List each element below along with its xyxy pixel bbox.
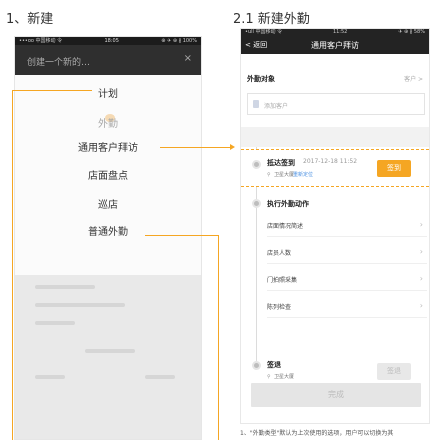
connector-line-customer-visit [160, 147, 232, 148]
menu-item-field-work-category: 外勤 [98, 119, 118, 130]
menu-item-store-patrol[interactable]: 巡店 [15, 196, 201, 211]
nav-bar: < 返回 通用客户拜访 [241, 36, 429, 54]
timeline-node-icon [252, 199, 261, 208]
footnote-text: 1、"外勤类型"默认为上次使用的选项，用户可以切换为其 [240, 430, 394, 437]
connector-line-vertical-right [218, 235, 219, 440]
create-type-menu: 计划 外勤 通用客户拜访 店面盘点 巡店 普通外勤 [15, 75, 201, 275]
checkout-location: 卫星大厦 [274, 374, 295, 380]
location-pin-icon: ⚲ [267, 172, 271, 178]
connector-line-general-field-work [145, 235, 219, 236]
checkin-button[interactable]: 签到 [377, 160, 411, 177]
clock-text: 18:05 [104, 38, 119, 44]
target-label: 外勤对象 [247, 75, 275, 83]
battery-text: ⊕ ✈ ⊕ ∦ 100% [161, 38, 197, 44]
create-title: 创建一个新的… [27, 58, 91, 68]
timeline-node-icon [252, 361, 261, 370]
battery-text: ✈ ⊕ ∦ 58% [398, 29, 425, 35]
building-icon [253, 100, 259, 108]
chevron-right-icon: › [419, 220, 423, 229]
section-heading-new: 1、新建 [6, 12, 54, 27]
connector-line-plan [12, 90, 92, 91]
checkout-button[interactable]: 签退 [377, 363, 411, 380]
action-row[interactable]: 陈列检查 › [267, 294, 427, 318]
actions-label: 执行外勤动作 [267, 200, 309, 208]
action-row-label: 门拍照采集 [267, 277, 298, 284]
nav-title: 通用客户拜访 [311, 41, 359, 50]
action-row[interactable]: 门拍照采集 › [267, 267, 427, 291]
action-row[interactable]: 店员人数 › [267, 240, 427, 264]
action-row[interactable]: 店面情况简述 › [267, 213, 427, 237]
phone-screen-create: •••oo 中国移动 令 18:05 ⊕ ✈ ⊕ ∦ 100% 创建一个新的… … [14, 36, 202, 440]
target-card: 外勤对象 客户 > [241, 54, 429, 127]
action-row-label: 店面情况简述 [267, 223, 304, 230]
checkin-row: 抵达签到 2017-12-18 11:52 ⚲ 卫星大厦 重新定位 签到 [241, 149, 429, 187]
chevron-right-icon: › [419, 274, 423, 283]
checkin-time: 2017-12-18 11:52 [303, 158, 358, 165]
menu-item-store-inventory[interactable]: 店面盘点 [15, 167, 201, 182]
phone-screen-field-work: •ull 中国移动 令 11:52 ✈ ⊕ ∦ 58% < 返回 通用客户拜访 … [240, 28, 430, 424]
status-bar: •ull 中国移动 令 11:52 ✈ ⊕ ∦ 58% [241, 29, 429, 36]
connector-line-vertical-left [12, 90, 13, 440]
action-row-label: 店员人数 [267, 250, 292, 257]
menu-item-plan[interactable]: 计划 [15, 85, 201, 100]
section-heading-new-field-work: 2.1 新建外勤 [233, 12, 310, 27]
target-type-selector[interactable]: 客户 > [404, 74, 423, 83]
connector-arrow-icon [230, 144, 235, 150]
carrier-text: •ull 中国移动 令 [245, 29, 283, 35]
relocate-link[interactable]: 重新定位 [293, 171, 313, 178]
location-pin-icon: ⚲ [267, 374, 271, 380]
chevron-right-icon: › [419, 247, 423, 256]
checkout-label: 签退 [267, 361, 281, 369]
add-customer-placeholder: 添加客户 [264, 103, 289, 110]
close-icon[interactable]: × [184, 54, 192, 64]
status-bar: •••oo 中国移动 令 18:05 ⊕ ✈ ⊕ ∦ 100% [15, 37, 201, 45]
done-button[interactable]: 完成 [251, 383, 421, 407]
add-customer-field[interactable]: 添加客户 [247, 93, 425, 115]
clock-text: 11:52 [332, 29, 348, 35]
checkin-label: 抵达签到 [267, 159, 295, 167]
create-title-bar: 创建一个新的… × [15, 45, 201, 75]
carrier-text: •••oo 中国移动 令 [19, 38, 63, 44]
timeline-node-icon [252, 160, 261, 169]
chevron-right-icon: › [419, 301, 423, 310]
checkin-location: 卫星大厦 [274, 172, 295, 178]
action-row-label: 陈列检查 [267, 304, 292, 311]
